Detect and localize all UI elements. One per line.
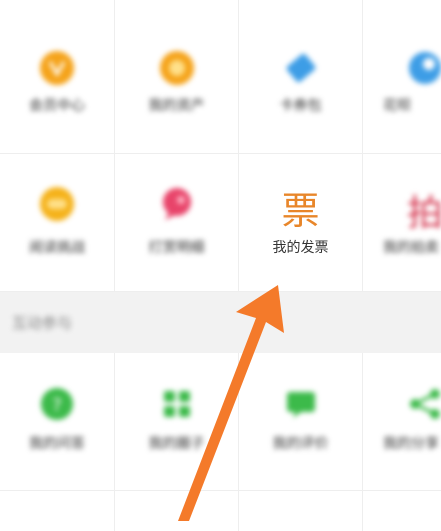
invoice-icon: 票 [281, 189, 320, 233]
menu-row-3: ? 我的问答 我的圈子 我的评价 我的分享 [0, 353, 441, 491]
menu-cell-empty [115, 491, 239, 531]
menu-item-coupons[interactable]: 卡券包 [239, 0, 363, 154]
menu-item-label: 卡券包 [279, 98, 322, 114]
menu-item-label: 我的评价 [272, 436, 329, 452]
menu-item-label: 会员中心 [29, 98, 85, 114]
menu-row-2: 阅读挑战 打赏明细 票 我的发票 拍 我的拍卖 [0, 154, 441, 292]
menu-cell-empty [239, 491, 363, 531]
menu-item-label: 我的问答 [29, 436, 85, 452]
menu-cell-empty [0, 491, 115, 531]
menu-item-my-invoice[interactable]: 票 我的发票 [239, 154, 363, 292]
challenge-icon [40, 187, 74, 221]
menu-item-huabei[interactable]: 花呗 [363, 0, 441, 154]
section-header-interaction: 互动参与 [0, 292, 441, 353]
menu-item-member-center[interactable]: 会员中心 [0, 0, 115, 154]
menu-item-my-circle[interactable]: 我的圈子 [115, 353, 239, 491]
menu-item-label: 我的分享 [383, 436, 439, 452]
menu-item-my-assets[interactable]: 我的资产 [115, 0, 239, 154]
coin-icon [159, 51, 194, 85]
menu-item-my-auction[interactable]: 拍 我的拍卖 [363, 154, 441, 292]
menu-row-4 [0, 491, 441, 531]
comment-icon [286, 392, 315, 418]
svg-text:?: ? [52, 395, 62, 416]
menu-item-label: 我的发票 [272, 240, 329, 256]
grid-icon [163, 391, 190, 417]
menu-item-label: 我的拍卖 [383, 240, 439, 256]
menu-item-reading-challenge[interactable]: 阅读挑战 [0, 154, 115, 292]
menu-cell-empty [363, 491, 441, 531]
menu-item-my-qa[interactable]: ? 我的问答 [0, 353, 115, 491]
share-icon [410, 389, 440, 419]
menu-item-my-share[interactable]: 我的分享 [363, 353, 441, 491]
menu-item-reward-details[interactable]: 打赏明细 [115, 154, 239, 292]
ticket-icon [286, 53, 315, 83]
menu-item-my-reviews[interactable]: 我的评价 [239, 353, 363, 491]
section-title: 互动参与 [12, 314, 73, 332]
reward-icon [162, 188, 191, 220]
menu-item-label: 我的圈子 [148, 436, 205, 452]
menu-row-1: 会员中心 我的资产 卡券包 花呗 [0, 0, 441, 154]
menu-item-label: 打赏明细 [148, 240, 205, 256]
question-icon: ? [41, 388, 73, 420]
menu-item-label: 我的资产 [148, 98, 205, 114]
huabei-icon [409, 52, 441, 84]
menu-item-label: 阅读挑战 [29, 240, 85, 256]
vip-badge-icon [40, 51, 74, 85]
menu-item-label: 花呗 [383, 98, 411, 114]
auction-icon: 拍 [407, 193, 441, 234]
